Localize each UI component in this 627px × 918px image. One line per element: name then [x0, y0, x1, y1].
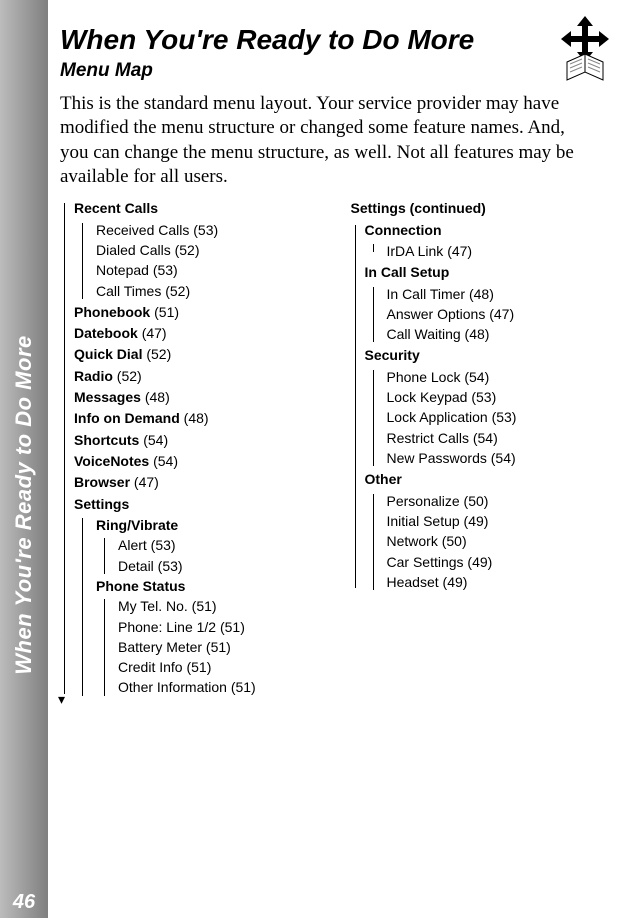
submenu: My Tel. No. (51) Phone: Line 1/2 (51) Ba…: [102, 597, 325, 698]
menu-item-page: (54): [143, 432, 168, 448]
list-item: Restrict Calls (54): [387, 429, 616, 448]
intro-paragraph: This is the standard menu layout. Your s…: [60, 92, 580, 189]
left-column: Recent Calls Received Calls (53) Dialed …: [60, 197, 325, 699]
menu-item-shortcuts: Shortcuts (54): [74, 431, 325, 450]
menu-item-voicenotes: VoiceNotes (54): [74, 452, 325, 471]
list-item: My Tel. No. (51): [118, 597, 325, 616]
continues-arrow-icon: ▾: [58, 690, 65, 709]
list-item: Other Information (51): [118, 678, 325, 697]
menu-item-label: Settings: [74, 496, 129, 512]
menu-item-page: (48): [145, 389, 170, 405]
list-item: Dialed Calls (52): [96, 241, 325, 260]
list-item: Detail (53): [118, 557, 325, 576]
settings-continued-heading: Settings (continued): [351, 199, 616, 218]
menu-item-connection: Connection: [365, 221, 616, 240]
list-item: Battery Meter (51): [118, 638, 325, 657]
menu-item-recent-calls: Recent Calls: [74, 199, 325, 218]
submenu: Phone Lock (54) Lock Keypad (53) Lock Ap…: [371, 368, 616, 469]
menu-item-browser: Browser (47): [74, 473, 325, 492]
menu-item-label: Info on Demand: [74, 410, 180, 426]
right-column: Settings (continued) Connection IrDA Lin…: [351, 197, 616, 699]
list-item: In Call Timer (48): [387, 285, 616, 304]
menu-item-label: VoiceNotes: [74, 453, 149, 469]
menu-item-page: (47): [134, 474, 159, 490]
menu-item-label: Quick Dial: [74, 346, 142, 362]
list-item: Alert (53): [118, 536, 325, 555]
menu-item-radio: Radio (52): [74, 367, 325, 386]
menu-item-label: Messages: [74, 389, 141, 405]
menu-item-label: Recent Calls: [74, 200, 158, 216]
list-item: Received Calls (53): [96, 221, 325, 240]
menu-item-page: (51): [154, 304, 179, 320]
list-item: Call Times (52): [96, 282, 325, 301]
menu-item-phone-status: Phone Status: [96, 577, 325, 596]
menu-tree-left: Recent Calls Received Calls (53) Dialed …: [60, 199, 325, 698]
menu-item-datebook: Datebook (47): [74, 324, 325, 343]
menu-item-messages: Messages (48): [74, 388, 325, 407]
list-item: Initial Setup (49): [387, 512, 616, 531]
menu-item-page: (52): [117, 368, 142, 384]
menu-item-other: Other: [365, 470, 616, 489]
menu-item-label: Datebook: [74, 325, 138, 341]
content-area: When You're Ready to Do More Menu Map Th…: [60, 18, 615, 699]
submenu: Received Calls (53) Dialed Calls (52) No…: [80, 221, 325, 301]
list-item: Personalize (50): [387, 492, 616, 511]
menu-item-label: Shortcuts: [74, 432, 139, 448]
menu-item-ring-vibrate: Ring/Vibrate: [96, 516, 325, 535]
menu-item-in-call-setup: In Call Setup: [365, 263, 616, 282]
list-item: Lock Application (53): [387, 408, 616, 427]
list-item: Network (50): [387, 532, 616, 551]
menu-item-page: (54): [153, 453, 178, 469]
submenu: In Call Timer (48) Answer Options (47) C…: [371, 285, 616, 345]
menu-item-security: Security: [365, 346, 616, 365]
menu-item-page: (48): [184, 410, 209, 426]
sidebar-label: When You're Ready to Do More: [11, 335, 37, 675]
list-item: Call Waiting (48): [387, 325, 616, 344]
submenu: Personalize (50) Initial Setup (49) Netw…: [371, 492, 616, 593]
page-number: 46: [0, 891, 48, 914]
list-item: Notepad (53): [96, 261, 325, 280]
submenu: IrDA Link (47): [371, 242, 616, 261]
list-item: Phone: Line 1/2 (51): [118, 618, 325, 637]
submenu-settings: Ring/Vibrate Alert (53) Detail (53) Phon…: [80, 516, 325, 698]
list-item: Car Settings (49): [387, 553, 616, 572]
section-title: Menu Map: [60, 60, 615, 82]
menu-item-label: Radio: [74, 368, 113, 384]
menu-item-label: Phonebook: [74, 304, 150, 320]
menu-item-phonebook: Phonebook (51): [74, 303, 325, 322]
list-item: IrDA Link (47): [387, 242, 616, 261]
list-item: Answer Options (47): [387, 305, 616, 324]
sidebar-tab: When You're Ready to Do More 46: [0, 0, 48, 918]
submenu: Alert (53) Detail (53): [102, 536, 325, 576]
menu-item-quick-dial: Quick Dial (52): [74, 345, 325, 364]
menu-item-label: Browser: [74, 474, 130, 490]
page-title: When You're Ready to Do More: [60, 24, 615, 56]
list-item: Headset (49): [387, 573, 616, 592]
list-item: New Passwords (54): [387, 449, 616, 468]
menu-item-info-on-demand: Info on Demand (48): [74, 409, 325, 428]
menu-item-page: (47): [142, 325, 167, 341]
menu-item-page: (52): [146, 346, 171, 362]
list-item: Credit Info (51): [118, 658, 325, 677]
menu-tree-right: Connection IrDA Link (47) In Call Setup …: [351, 221, 616, 593]
list-item: Phone Lock (54): [387, 368, 616, 387]
map-direction-icon: [555, 14, 615, 84]
menu-item-settings: Settings: [74, 495, 325, 514]
list-item: Lock Keypad (53): [387, 388, 616, 407]
